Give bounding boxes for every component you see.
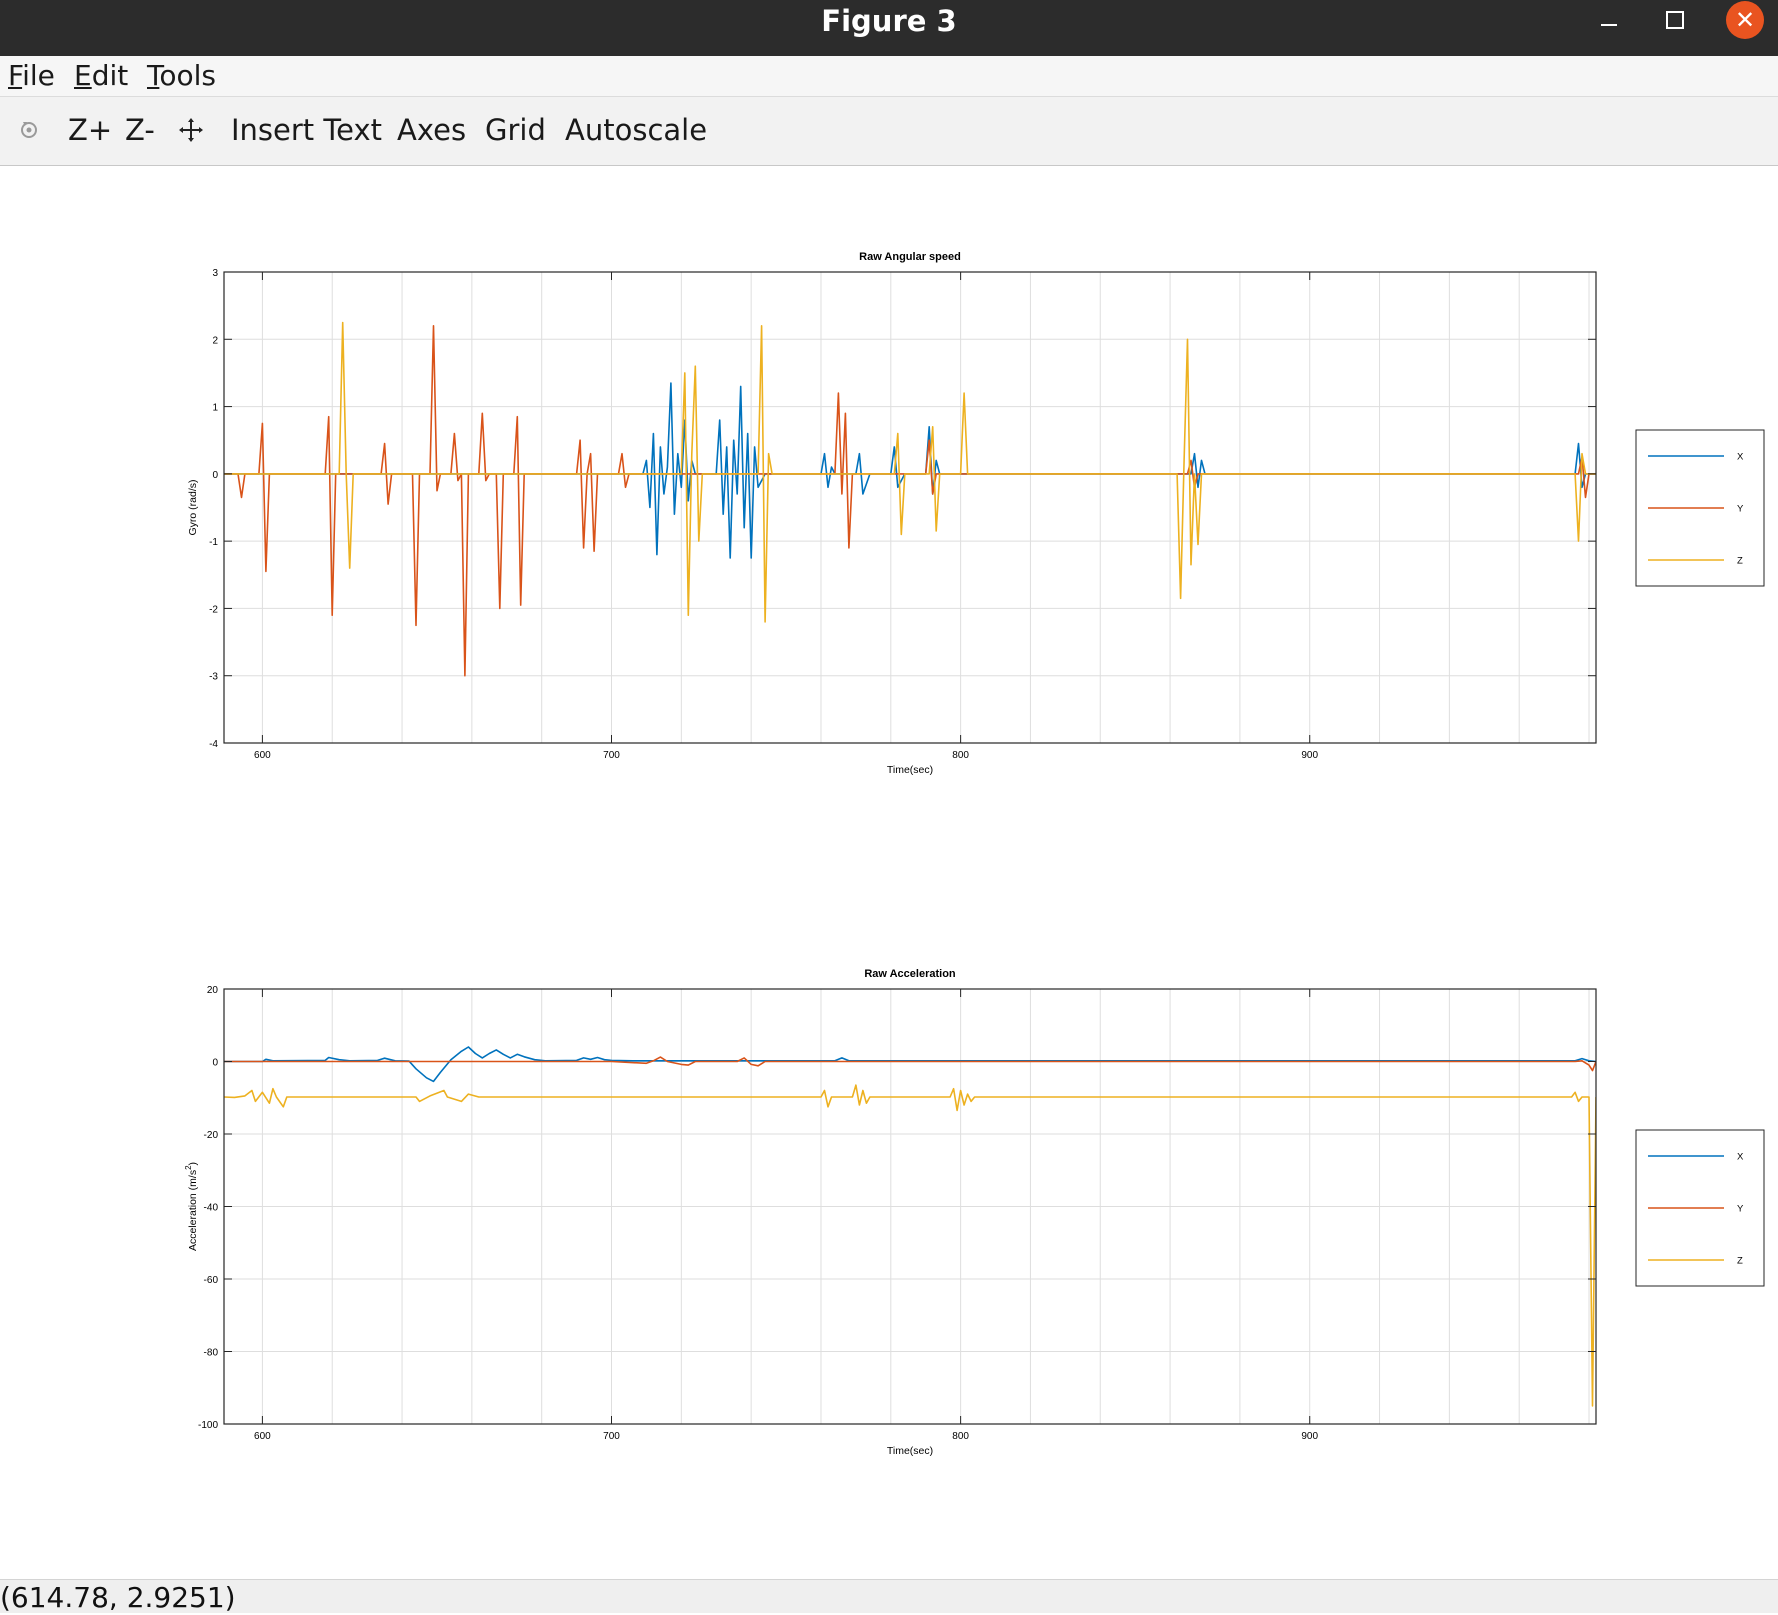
window-titlebar: Figure 3 ✕ <box>0 0 1778 56</box>
x-tick-label: 800 <box>952 1431 969 1442</box>
legend-label-x: X <box>1737 1152 1744 1163</box>
legend: X Y Z <box>1635 429 1765 587</box>
chart-title: Raw Acceleration <box>864 968 956 980</box>
y-tick-label: -100 <box>198 1420 218 1431</box>
x-axis-label: Time(sec) <box>887 1445 933 1457</box>
window-title: Figure 3 <box>821 4 957 38</box>
zoom-out-button[interactable]: Z- <box>125 107 155 153</box>
legend-label-y: Y <box>1737 504 1744 515</box>
y-tick-label: 1 <box>212 403 218 414</box>
x-tick-label: 900 <box>1301 1431 1318 1442</box>
menu-file[interactable]: File <box>8 56 55 96</box>
y-tick-label: 20 <box>207 985 219 996</box>
x-tick-label: 800 <box>952 750 969 761</box>
legend-label-y: Y <box>1737 1204 1744 1215</box>
rotate-icon <box>21 122 37 138</box>
plot-background <box>224 272 1596 743</box>
figure-svg[interactable]: 600 700 800 900 -4 -3 -2 -1 0 1 2 3 Raw Angular spee… <box>0 166 1778 1579</box>
chart-title: Raw Angular speed <box>859 251 961 263</box>
x-tick-label: 700 <box>603 750 620 761</box>
toolbar: Z+ Z- Insert Text Axes Grid Autoscale <box>0 97 1778 166</box>
y-tick-label: -4 <box>209 739 218 750</box>
chart-2: 600 700 800 900 -100 -80 -60 -40 -20 0 20 Raw Accel… <box>184 968 1765 1457</box>
close-button[interactable]: ✕ <box>1716 0 1776 42</box>
y-axis-label-end: ) <box>187 1162 199 1166</box>
y-tick-label: 0 <box>212 470 218 481</box>
y-tick-label: -80 <box>204 1348 219 1359</box>
menubar: File Edit Tools <box>0 56 1778 97</box>
minimize-icon <box>1601 24 1617 26</box>
pan-icon <box>179 118 203 142</box>
menu-tools[interactable]: Tools <box>147 56 216 96</box>
figure-canvas[interactable]: 600 700 800 900 -4 -3 -2 -1 0 1 2 3 Raw Angular spee… <box>0 166 1778 1579</box>
pan-button[interactable] <box>178 107 204 153</box>
minimize-button[interactable] <box>1578 0 1638 42</box>
menu-edit[interactable]: Edit <box>74 56 128 96</box>
x-tick-label: 700 <box>603 1431 620 1442</box>
zoom-in-button[interactable]: Z+ <box>68 107 112 153</box>
y-tick-label: -3 <box>209 672 218 683</box>
insert-text-button[interactable]: Insert Text <box>231 107 382 153</box>
legend: X Y Z <box>1635 1129 1765 1287</box>
menu-edit-mnemonic: E <box>74 59 92 92</box>
legend-label-z: Z <box>1737 556 1743 567</box>
legend-label-x: X <box>1737 452 1744 463</box>
x-tick-label: 600 <box>254 1431 271 1442</box>
y-tick-label: -2 <box>209 604 218 615</box>
menu-file-label: ile <box>22 59 55 92</box>
y-tick-label: 2 <box>212 335 218 346</box>
y-tick-label: 0 <box>212 1058 218 1069</box>
y-axis-label: Gyro (rad/s) <box>187 479 199 535</box>
menu-tools-mnemonic: T <box>147 59 160 92</box>
menu-file-mnemonic: F <box>8 59 23 92</box>
menu-tools-label: ools <box>159 59 216 92</box>
y-tick-label: -40 <box>204 1203 219 1214</box>
x-tick-label: 600 <box>254 750 271 761</box>
statusbar: (614.78, 2.9251) <box>0 1579 1778 1614</box>
y-axis-label-text: Gyro (rad/s) <box>187 479 199 535</box>
close-icon: ✕ <box>1726 1 1764 39</box>
maximize-button[interactable] <box>1648 0 1708 42</box>
autoscale-button[interactable]: Autoscale <box>565 107 707 153</box>
x-axis-label: Time(sec) <box>887 764 933 776</box>
axes-button[interactable]: Axes <box>397 107 466 153</box>
chart-1: 600 700 800 900 -4 -3 -2 -1 0 1 2 3 Raw Angular spee… <box>187 251 1765 776</box>
y-tick-label: -20 <box>204 1130 219 1141</box>
y-tick-label: 3 <box>212 268 218 279</box>
x-tick-label: 900 <box>1301 750 1318 761</box>
rotate-button[interactable] <box>14 107 44 153</box>
y-tick-label: -60 <box>204 1275 219 1286</box>
y-axis-label: Acceleration (m/s2) <box>184 1162 199 1251</box>
y-axis-label-text: Acceleration (m/s <box>187 1170 199 1251</box>
cursor-coordinates: (614.78, 2.9251) <box>0 1581 236 1614</box>
y-tick-label: -1 <box>209 537 218 548</box>
maximize-icon <box>1666 11 1684 29</box>
menu-edit-label: dit <box>91 59 129 92</box>
grid-button[interactable]: Grid <box>485 107 546 153</box>
legend-label-z: Z <box>1737 1256 1743 1267</box>
